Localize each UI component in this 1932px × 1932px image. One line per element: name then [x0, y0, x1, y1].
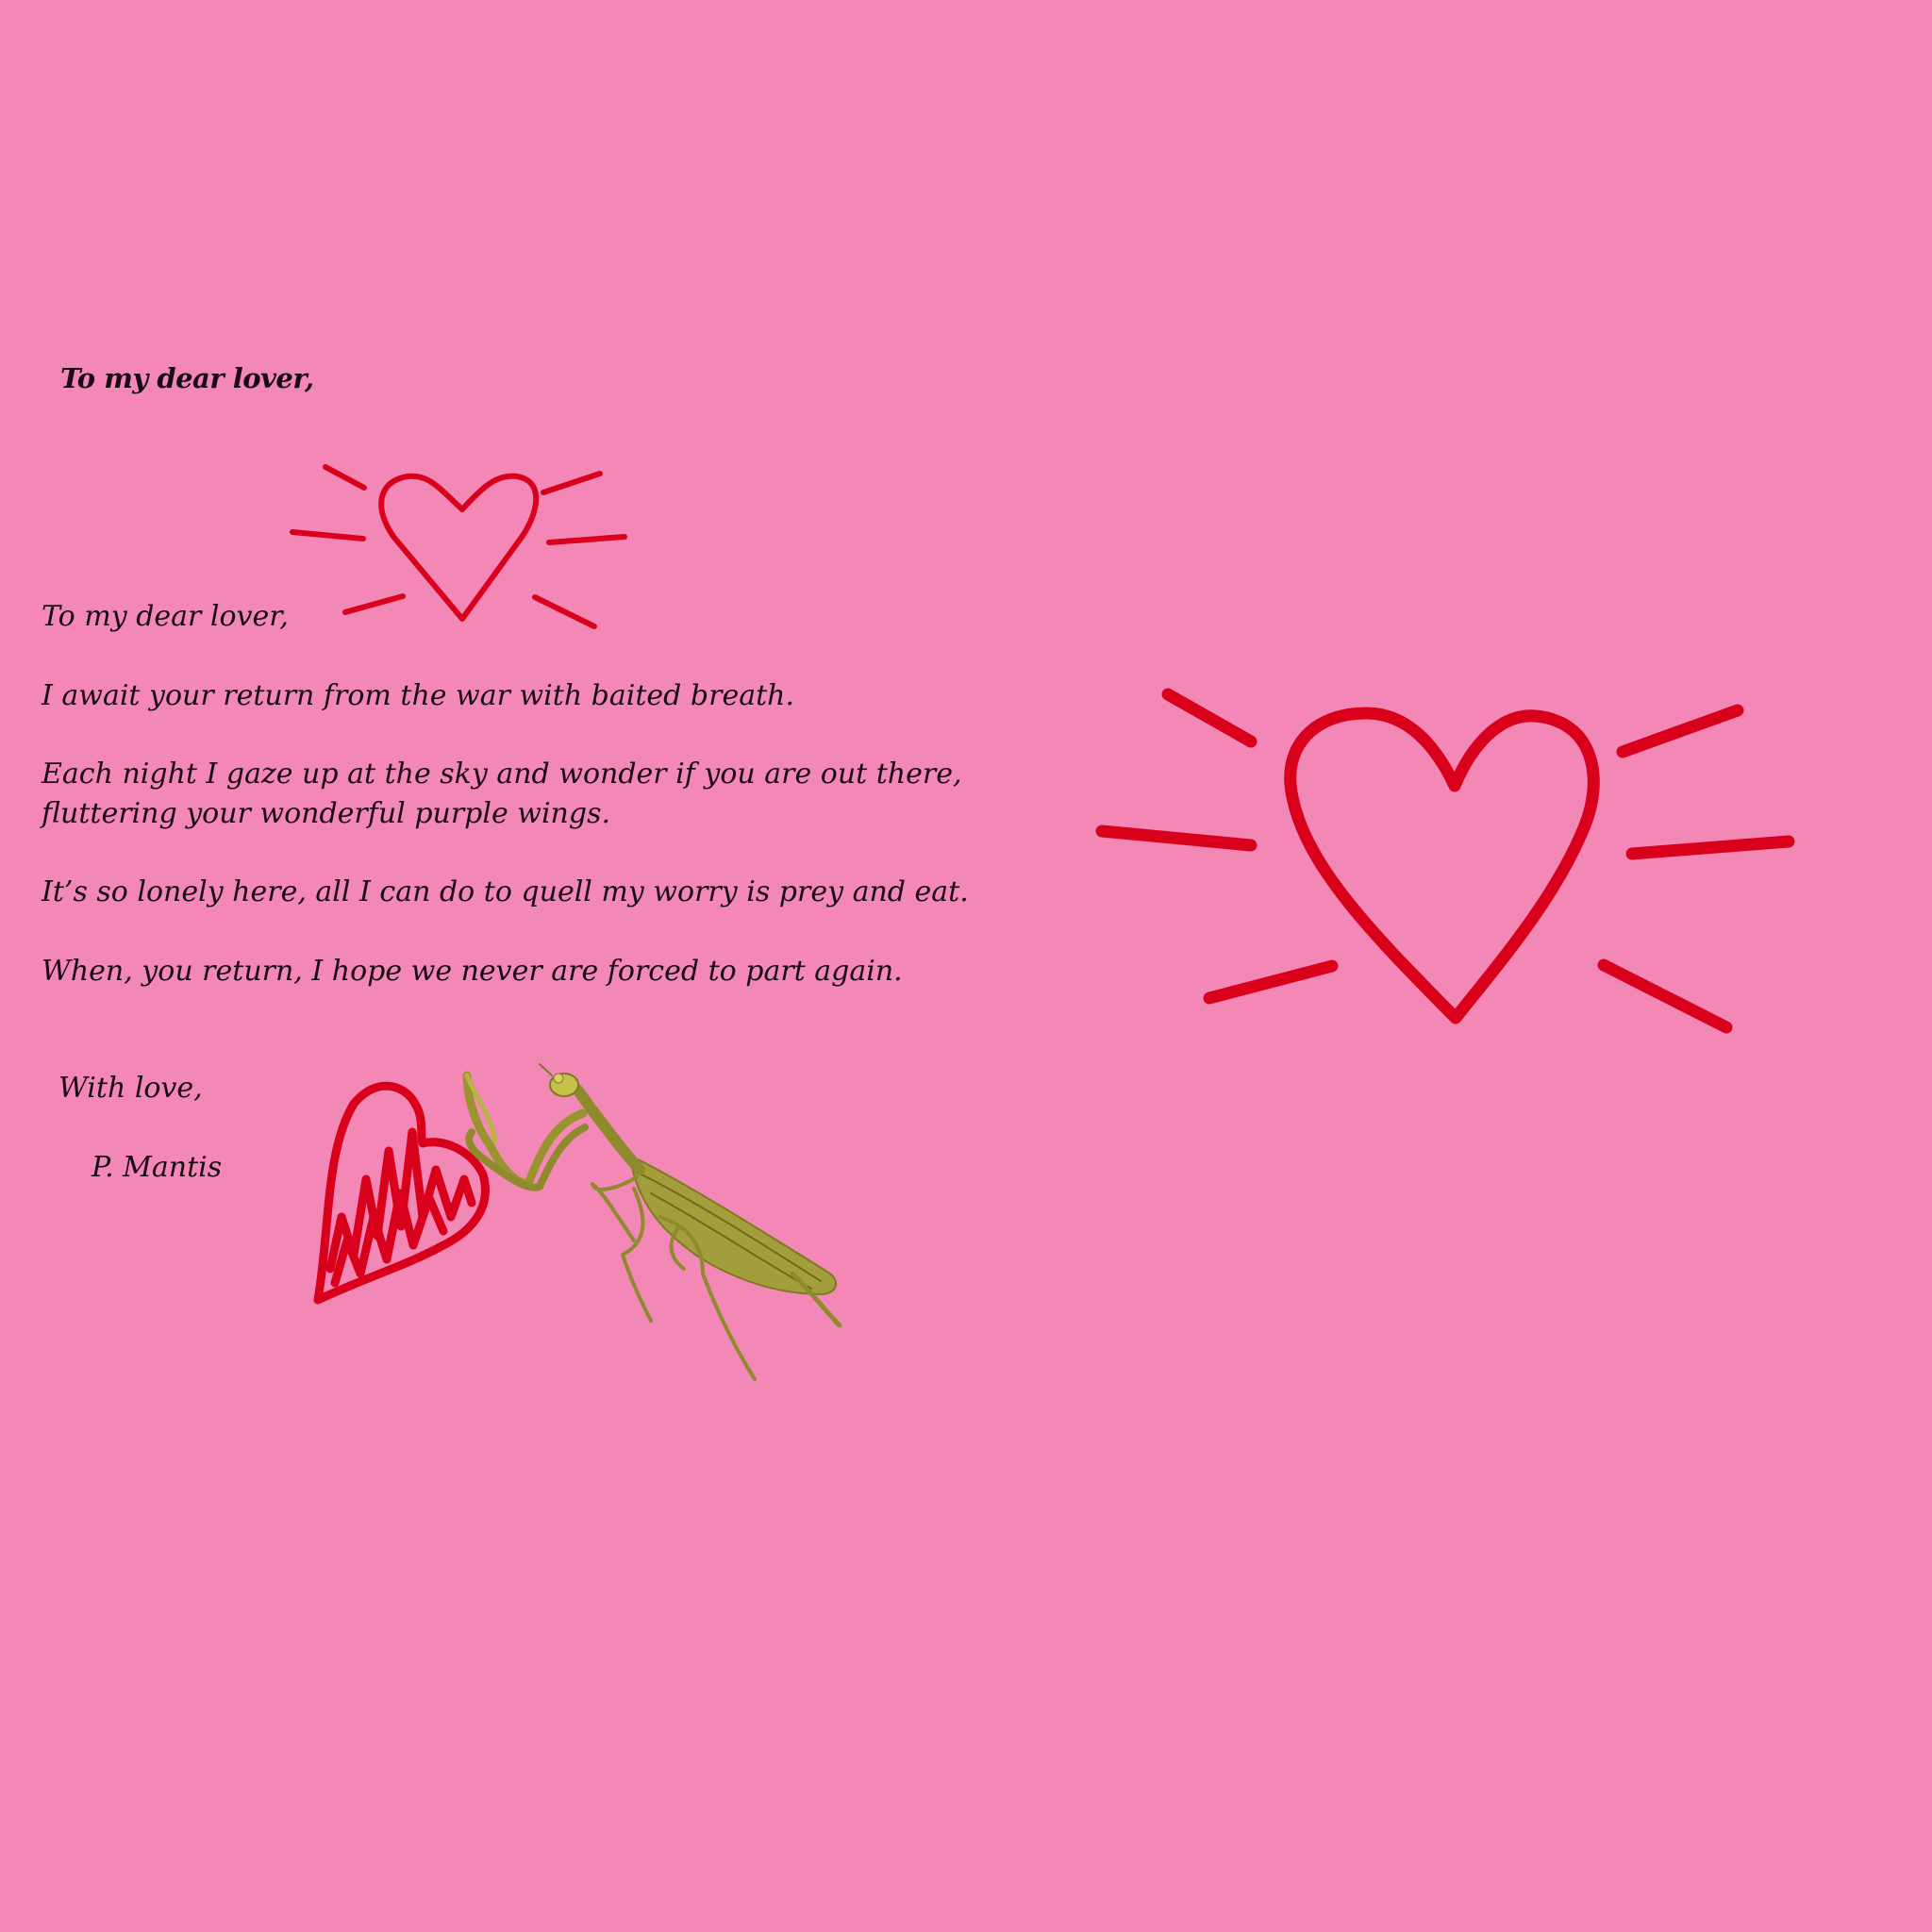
letter-salutation: To my dear lover,: [42, 600, 289, 633]
letter-paragraph-3: It’s so lonely here, all I can do to que…: [42, 875, 969, 908]
letter-paragraph-4: When, you return, I hope we never are fo…: [42, 955, 903, 988]
letter-title: To my dear lover,: [60, 362, 314, 394]
letter-closing: With love,: [58, 1072, 203, 1105]
small-heart-icon: [290, 464, 627, 629]
praying-mantis-illustration: [462, 1063, 842, 1381]
large-heart-icon: [1095, 688, 1795, 1034]
letter-paragraph-1: I await your return from the war with ba…: [42, 679, 795, 712]
letter-paragraph-2-line-2: fluttering your wonderful purple wings.: [42, 797, 611, 830]
letter-signature: P. Mantis: [92, 1151, 223, 1184]
letter-paragraph-2-line-1: Each night I gaze up at the sky and wond…: [42, 758, 962, 791]
